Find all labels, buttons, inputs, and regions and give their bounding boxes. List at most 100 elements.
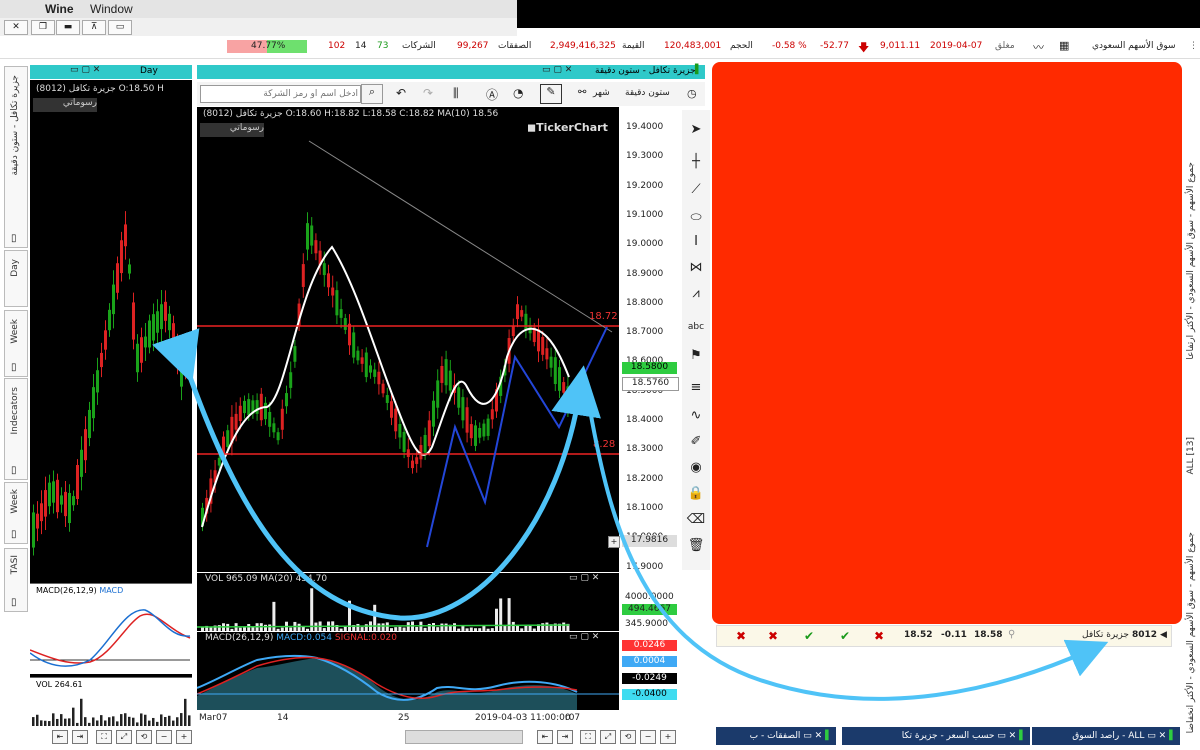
flag-icon[interactable]: ⚑ [686, 348, 706, 366]
macd-pane-controls[interactable]: ▭ ▢ ✕ [569, 632, 599, 642]
volume-bar [306, 628, 309, 631]
zigzag-pattern [426, 326, 608, 548]
main-fit-icon[interactable]: ⛶ [580, 730, 596, 744]
period-select[interactable]: ستون دقيقة [625, 88, 670, 98]
text-tool-icon[interactable]: abc [686, 322, 706, 340]
trash-icon[interactable]: 🗑 [686, 538, 706, 556]
left-zoom-out-icon[interactable]: − [156, 730, 172, 744]
main-zoom-area-icon[interactable]: ⤢ [600, 730, 616, 744]
main-zoom-out-icon[interactable]: − [640, 730, 656, 744]
indicator-icon[interactable]: ◔ [513, 86, 523, 100]
main-chart-window-controls[interactable]: ▭ ▢ ✕ [542, 65, 572, 75]
volume-pane-controls[interactable]: ▭ ▢ ✕ [569, 573, 599, 583]
bottom-tab-trades[interactable]: الصفقات - ب ▭ ✕ ▌ [716, 727, 836, 745]
pin-icon[interactable]: ⚲ [1008, 629, 1015, 640]
side-text-gainers[interactable]: جموع الأسهم - سوق الأسهم السعودي - الأكث… [1186, 162, 1196, 360]
brush-icon[interactable]: ✐ [686, 434, 706, 452]
text-cursor-icon[interactable]: Ⅰ [686, 234, 706, 252]
side-tab-indicators[interactable]: Indecators ▯ [4, 378, 28, 480]
zigzag-icon[interactable]: ⩘ [686, 286, 706, 304]
left-panel-controls[interactable]: ▭ ▢ ✕ [70, 65, 100, 75]
horizontal-scrollbar[interactable] [405, 730, 523, 744]
cursor-price-badge: 18.5760 [622, 377, 679, 391]
main-price-chart[interactable]: (8012) جزيرة تكافل O:18.60 H:18.82 L:18.… [197, 107, 619, 572]
trend-icon[interactable]: 〰 [1033, 39, 1044, 55]
link-icon[interactable]: ⚯ [578, 87, 586, 98]
bottom-tab-by-price[interactable]: حسب السعر - جزيرة تكا ▭ ✕ ▌ [842, 727, 1030, 745]
volume-bar [160, 714, 163, 726]
side-tab-week-2[interactable]: Week ▯ [4, 482, 28, 544]
volume-bar [364, 624, 368, 631]
hide-icon[interactable]: ◉ [686, 460, 706, 478]
draw-tool-icon[interactable]: ✎ [540, 84, 562, 104]
left-zoom-reset-icon[interactable]: ⟲ [136, 730, 152, 744]
volume-bar [60, 714, 63, 726]
left-chart-panel[interactable]: (8012) جزيرة تكافل O:18.50 H رسوماتي MAC… [30, 80, 192, 726]
auto-icon[interactable]: Ⓐ [486, 86, 498, 103]
left-fit-icon[interactable]: ⛶ [96, 730, 112, 744]
candle-type-icon[interactable]: ⫼ [453, 86, 459, 101]
left-zoom-area-icon[interactable]: ⤢ [116, 730, 132, 744]
clock-icon[interactable]: ◷ [687, 87, 697, 100]
main-nav-prev-icon[interactable]: ⇤ [537, 730, 553, 744]
window-split-icon[interactable]: ▭ [108, 20, 132, 35]
main-zoom-reset-icon[interactable]: ⟲ [620, 730, 636, 744]
wine-menu[interactable]: Wine [45, 2, 74, 16]
trendline-icon[interactable]: ⟋ [686, 182, 706, 200]
candle [364, 352, 368, 378]
volume-bar [511, 621, 515, 631]
symbol-search-input[interactable] [200, 85, 361, 103]
main-zoom-in-icon[interactable]: + [660, 730, 676, 744]
left-nav-prev-icon[interactable]: ⇤ [52, 730, 68, 744]
window-close-icon[interactable]: ✕ [4, 20, 28, 35]
options-icon[interactable]: ⋮ [1189, 41, 1198, 51]
side-text-losers[interactable]: جموع الأسهم - سوق الأسهم السعودي - الأكث… [1186, 532, 1196, 733]
candle [343, 318, 347, 330]
candle [44, 490, 47, 517]
fibonacci-icon[interactable]: ≡ [686, 380, 706, 398]
crosshair-icon[interactable]: ┼ [686, 154, 706, 172]
lock-icon[interactable]: 🔒 [686, 486, 706, 504]
calendar-icon[interactable]: ▦ [1059, 39, 1069, 52]
volume-bar [238, 627, 242, 631]
add-pane-icon[interactable]: + [608, 536, 620, 548]
candle [461, 397, 465, 421]
main-chart-titlebar: جزيرة تكافل - ستون دقيقة ▭ ▢ ✕ ▌ [197, 65, 705, 79]
candle [136, 343, 139, 373]
volume-bar [80, 698, 83, 726]
candle [545, 348, 549, 360]
redo-icon[interactable]: ↷ [423, 86, 433, 100]
candle [176, 348, 179, 360]
row-expand-icon[interactable]: ◀ [1160, 630, 1167, 640]
eraser-icon[interactable]: ⌫ [686, 512, 706, 530]
side-tab-tasi[interactable]: TASI ▯ [4, 548, 28, 612]
cursor-icon[interactable]: ➤ [686, 122, 706, 140]
volume-bar [124, 713, 127, 726]
volume-bar [116, 721, 119, 726]
volume-bar [478, 628, 482, 631]
all-count-tab[interactable]: ALL [13] [1186, 437, 1196, 475]
window-restore-icon[interactable]: ❐ [31, 20, 55, 35]
side-tab-week[interactable]: Week ▯ [4, 310, 28, 377]
window-minimize-icon[interactable]: ▬ [56, 20, 80, 35]
ellipse-icon[interactable]: ⬭ [686, 210, 706, 228]
breadth-bar: 47.77% [227, 40, 307, 53]
search-icon[interactable]: ⌕ [361, 84, 383, 104]
window-tile-icon[interactable]: ⊼ [82, 20, 106, 35]
price-tick: 18.3000 [626, 444, 664, 455]
pattern-icon[interactable]: ⋈ [686, 260, 706, 278]
bottom-tab-market-watch[interactable]: راصد السوق - ALL ▭ ✕ ▌ [1032, 727, 1180, 745]
left-nav-next-icon[interactable]: ⇥ [72, 730, 88, 744]
wave-icon[interactable]: ∿ [686, 408, 706, 426]
volume-bar [440, 623, 444, 631]
side-tab-day[interactable]: Day [4, 250, 28, 307]
candle [172, 323, 175, 353]
volume-bar [148, 720, 151, 726]
candle [469, 424, 473, 439]
main-nav-next-icon[interactable]: ⇥ [557, 730, 573, 744]
undo-icon[interactable]: ↶ [396, 86, 406, 100]
window-menu[interactable]: Window [90, 2, 133, 16]
left-zoom-in-icon[interactable]: + [176, 730, 192, 744]
side-tab-main[interactable]: جزيرة تكافل - ستون دقيقة ▯ [4, 66, 28, 248]
month-select[interactable]: شهر [593, 88, 610, 98]
